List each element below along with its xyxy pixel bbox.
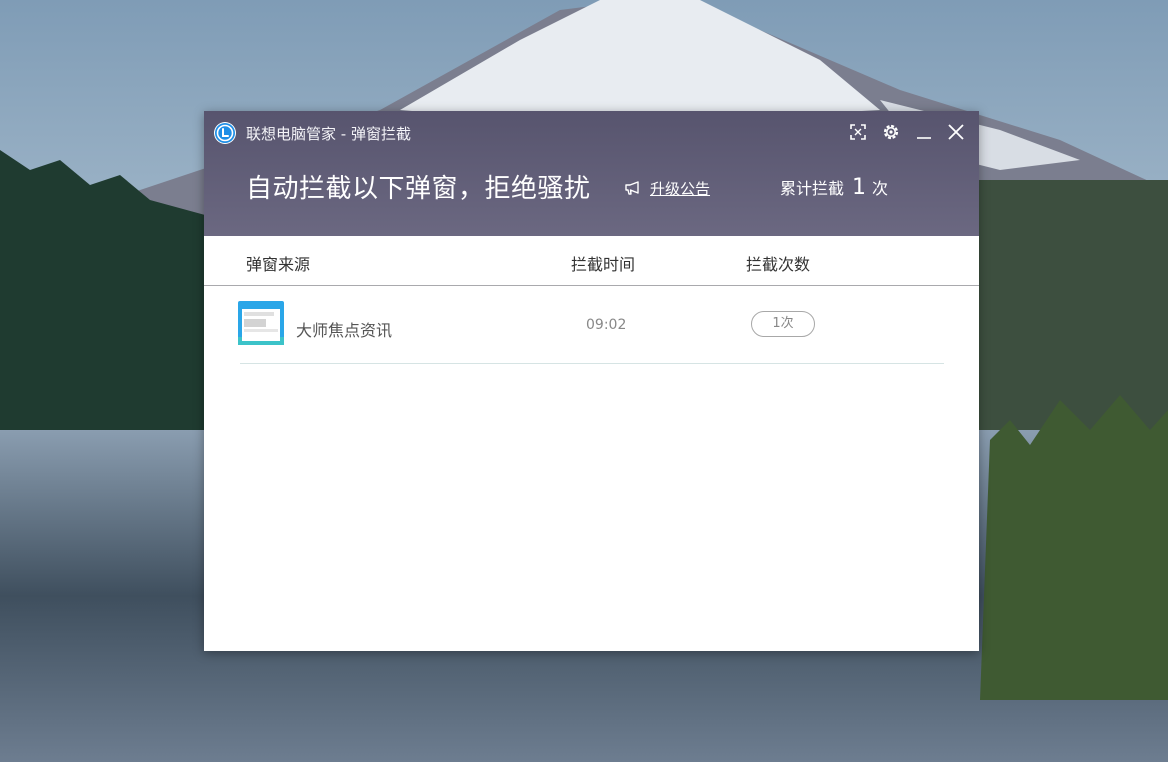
- counter-label: 累计拦截: [780, 179, 845, 198]
- close-button[interactable]: [945, 121, 967, 143]
- column-header-source: 弹窗来源: [246, 255, 311, 274]
- counter-value: 1: [852, 175, 867, 200]
- block-counter: 累计拦截 1 次: [780, 175, 888, 200]
- table-row[interactable]: 大师焦点资讯 09:02 1次: [238, 287, 944, 364]
- popup-blocker-window: 联想电脑管家 - 弹窗拦截 自动拦截以下弹窗，拒绝骚扰 升级公告 累计拦截 1 …: [204, 111, 979, 651]
- row-source-name: 大师焦点资讯: [296, 321, 393, 340]
- row-block-count-badge: 1次: [751, 311, 815, 337]
- settings-button[interactable]: [880, 121, 902, 143]
- app-window-icon: [238, 301, 284, 345]
- minimize-icon: [917, 137, 931, 139]
- close-icon: [948, 124, 964, 140]
- window-header: 联想电脑管家 - 弹窗拦截 自动拦截以下弹窗，拒绝骚扰 升级公告 累计拦截 1 …: [204, 111, 979, 236]
- row-block-time: 09:02: [586, 317, 627, 333]
- upgrade-announcement-link[interactable]: 升级公告: [624, 178, 710, 198]
- announcement-link-text[interactable]: 升级公告: [650, 178, 710, 199]
- gear-icon: [883, 124, 899, 140]
- megaphone-icon: [625, 181, 639, 195]
- counter-unit: 次: [872, 179, 889, 198]
- window-title: 联想电脑管家 - 弹窗拦截: [246, 125, 411, 143]
- title-bar[interactable]: 联想电脑管家 - 弹窗拦截: [204, 111, 979, 153]
- column-header-count: 拦截次数: [746, 255, 811, 274]
- lenovo-logo-icon: [214, 122, 236, 144]
- column-header-time: 拦截时间: [571, 255, 636, 274]
- expand-icon: [850, 124, 866, 140]
- fullscreen-button[interactable]: [847, 121, 869, 143]
- minimize-button[interactable]: [913, 121, 935, 143]
- page-headline: 自动拦截以下弹窗，拒绝骚扰: [246, 174, 591, 204]
